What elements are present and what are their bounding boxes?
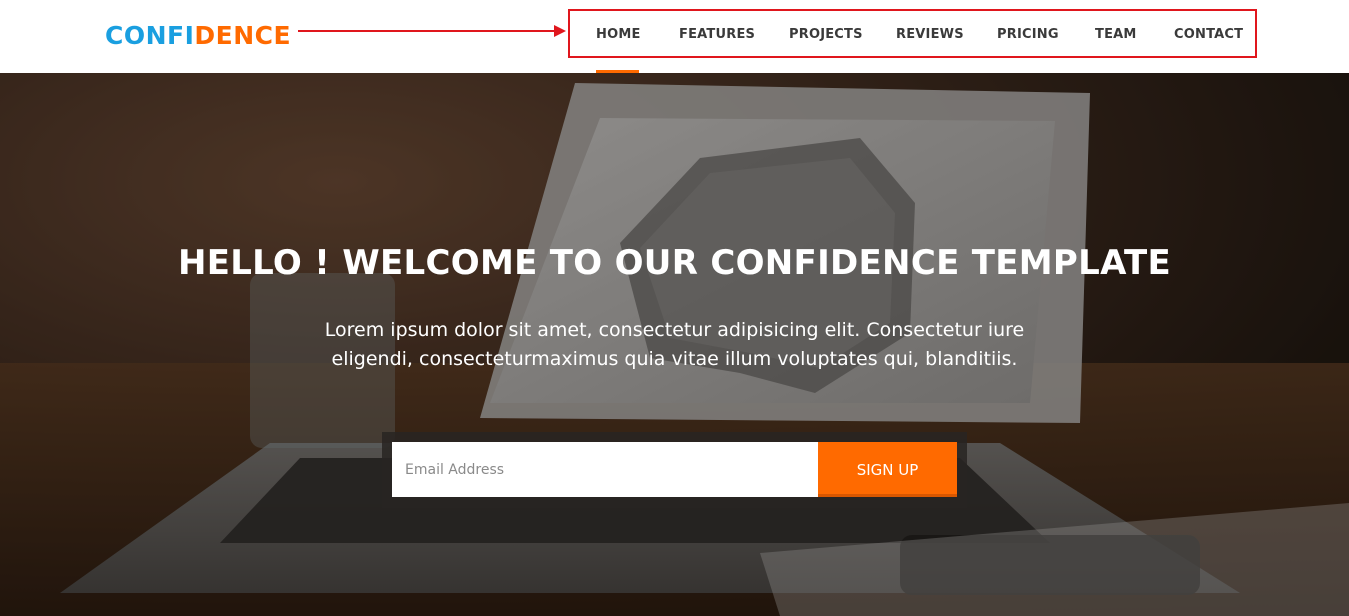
annotation-arrow-line — [298, 30, 556, 32]
annotation-arrow-head — [554, 25, 566, 37]
nav-item-team[interactable]: TEAM — [1095, 27, 1137, 43]
top-navbar: CONFIDENCE HOME FEATURES PROJECTS REVIEW… — [0, 0, 1349, 73]
nav-item-projects[interactable]: PROJECTS — [789, 27, 863, 43]
email-input[interactable] — [392, 442, 818, 497]
sign-up-button[interactable]: SIGN UP — [818, 442, 957, 497]
nav-item-features[interactable]: FEATURES — [679, 27, 755, 43]
nav-item-home[interactable]: HOME — [596, 27, 641, 43]
nav-item-contact[interactable]: CONTACT — [1174, 27, 1243, 43]
hero-subtext: Lorem ipsum dolor sit amet, consectetur … — [324, 319, 1025, 370]
brand-logo-part2: DENCE — [194, 21, 292, 50]
brand-logo-part1: CONFI — [105, 21, 195, 50]
brand-logo[interactable]: CONFIDENCE — [105, 23, 291, 48]
nav-item-pricing[interactable]: PRICING — [997, 27, 1059, 43]
hero-section: HELLO ! WELCOME TO OUR CONFIDENCE TEMPLA… — [0, 73, 1349, 616]
signup-form: SIGN UP — [382, 432, 967, 508]
hero-headline: HELLO ! WELCOME TO OUR CONFIDENCE TEMPLA… — [177, 243, 1172, 283]
nav-active-indicator — [596, 70, 639, 73]
nav-item-reviews[interactable]: REVIEWS — [896, 27, 964, 43]
